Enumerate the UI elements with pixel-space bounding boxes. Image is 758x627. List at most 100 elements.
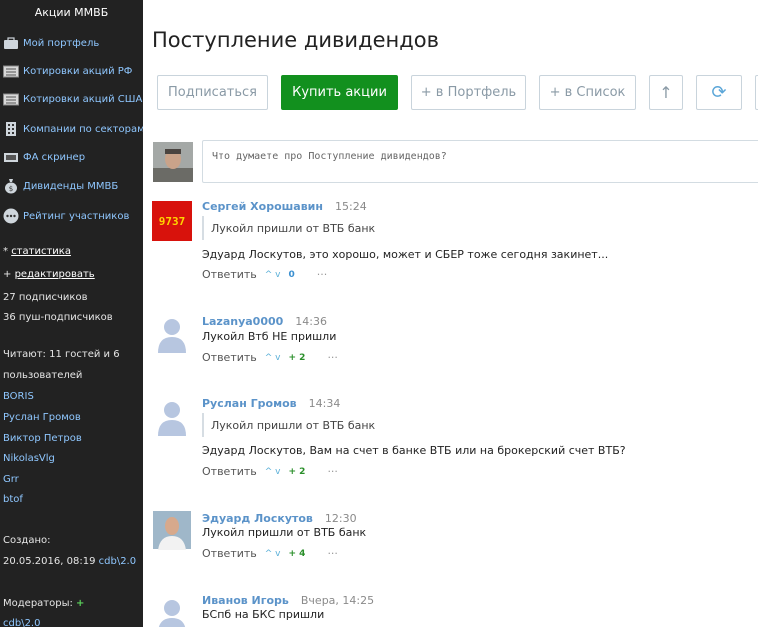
reply-button[interactable]: Ответить [202,351,257,364]
comment-time: 12:30 [324,512,357,525]
comment-input[interactable]: Что думаете про Поступление дивидендов? [202,140,758,183]
reader-link[interactable]: Руслан Громов [3,412,81,423]
sidebar-item-label: Котировки акций США [23,93,143,105]
reader-link[interactable]: BORIS [3,391,34,402]
scroll-up-button[interactable]: ↑ [649,75,683,110]
page-title: Поступление дивидендов [152,28,439,52]
comment-text: Эдуард Лоскутов, это хорошо, может и СБЕ… [202,248,609,261]
sidebar-item-label: Мой портфель [23,37,100,49]
comment-score: + 4 [288,548,306,559]
comment-author[interactable]: Lazanya0000 14:36 [202,315,327,328]
comment-time: 14:36 [295,315,327,328]
more-options-icon[interactable]: ··· [317,268,328,281]
reader-link[interactable]: NikolasVlg [3,453,55,464]
author-name: Сергей Хорошавин [202,200,323,213]
sidebar-item-rating[interactable]: Рейтинг участников [2,206,129,226]
arrow-up-icon: ↑ [659,83,673,102]
creator-link[interactable]: cdb\2.0 [99,556,136,567]
sidebar-title: Акции ММВБ [34,6,109,19]
refresh-button[interactable]: ⟳ [696,75,742,110]
main-content: Поступление дивидендов Подписаться Купит… [143,0,758,627]
moderators-row: Модераторы: + [3,598,84,609]
add-to-list-button[interactable]: + в Список [539,75,636,110]
avatar[interactable]: 9737 [152,201,192,241]
sidebar-item-screener[interactable]: ФА скринер [2,147,85,167]
sidebar-item-label: Рейтинг участников [23,210,130,222]
comment-actions: Ответить ^ v + 4 ··· [202,547,338,560]
buy-shares-button[interactable]: Купить акции [281,75,398,110]
comment-actions: Ответить ^ v + 2 ··· [202,465,338,478]
reader-link[interactable]: btof [3,494,23,505]
stock-ticker-icon [2,91,20,107]
refresh-icon: ⟳ [711,82,727,103]
more-options-icon[interactable]: ··· [327,465,338,478]
reply-button[interactable]: Ответить [202,465,257,478]
money-bag-icon: $ [2,178,20,194]
briefcase-icon [2,35,20,51]
moderators-label: Модераторы: [3,598,73,609]
statistics-label: статистика [11,246,71,257]
comment-author[interactable]: Сергей Хорошавин 15:24 [202,200,367,213]
sidebar-item-dividends[interactable]: $ Дивиденды ММВБ [2,176,118,196]
sidebar-item-us-quotes[interactable]: Котировки акций США [2,89,142,109]
edit-prefix: + [3,269,12,280]
default-avatar-icon[interactable] [152,396,192,436]
comment-time: 14:34 [308,397,341,410]
push-subscribers-count: 36 пуш-подписчиков [3,312,113,323]
ellipsis-circle-icon [2,208,20,224]
subscribe-button[interactable]: Подписаться [157,75,268,110]
edit-link[interactable]: + редактировать [3,269,95,280]
reply-button[interactable]: Ответить [202,268,257,281]
comment-author[interactable]: Эдуард Лоскутов 12:30 [202,512,357,525]
avatar[interactable] [152,510,192,550]
sidebar-item-label: Дивиденды ММВБ [23,180,119,192]
reader-link[interactable]: Виктор Петров [3,433,82,444]
add-to-portfolio-button[interactable]: + в Портфель [411,75,526,110]
comment-actions: Ответить ^ v + 2 ··· [202,351,338,364]
comment-time: Вчера, 14:25 [300,594,375,607]
comment-score: + 2 [288,466,306,477]
default-avatar-icon[interactable] [152,594,192,627]
sidebar-item-label: Котировки акций РФ [23,65,133,77]
add-moderator-button[interactable]: + [76,598,84,609]
sidebar-item-sectors[interactable]: Компании по секторам [2,119,145,139]
comment-quote: Лукойл пришли от ВТБ банк [202,413,758,437]
vote-arrows-icon[interactable]: ^ v [265,549,281,559]
comment-author[interactable]: Иванов Игорь Вчера, 14:25 [202,594,374,607]
default-avatar-icon[interactable] [152,313,192,353]
more-options-icon[interactable]: ··· [327,351,338,364]
comment-quote: Лукойл пришли от ВТБ банк [202,216,758,240]
more-options-icon[interactable]: ··· [327,547,338,560]
avatar-text: 9737 [158,214,186,228]
sidebar-item-ru-quotes[interactable]: Котировки акций РФ [2,61,132,81]
author-name: Lazanya0000 [202,315,284,328]
statistics-prefix: * [3,246,8,257]
reader-link[interactable]: Grr [3,474,19,485]
comment-text: Лукойл Втб НЕ пришли [202,330,337,343]
readers-heading: Читают: 11 гостей и 6 [3,349,120,360]
author-name: Эдуард Лоскутов [202,512,313,525]
vote-arrows-icon[interactable]: ^ v [265,270,281,280]
current-user-avatar [153,142,193,182]
subscribers-count: 27 подписчиков [3,292,88,303]
comment-text: Эдуард Лоскутов, Вам на счет в банке ВТБ… [202,444,626,457]
vote-arrows-icon[interactable]: ^ v [265,353,281,363]
sidebar-item-portfolio[interactable]: Мой портфель [2,33,99,53]
vote-arrows-icon[interactable]: ^ v [265,467,281,477]
sidebar: Акции ММВБ Мой портфель Котировки акций … [0,0,145,627]
comment-author[interactable]: Руслан Громов 14:34 [202,397,340,410]
sidebar-item-label: Компании по секторам [23,123,145,135]
stock-ticker-icon [2,63,20,79]
moderator-link[interactable]: cdb\2.0 [3,618,40,627]
comment-text: БСпб на БКС пришли [202,608,325,621]
readers-heading-cont: пользователей [3,370,83,381]
comment-score: + 2 [288,352,306,363]
edit-label: редактировать [14,269,95,280]
created-date: 20.05.2016, 08:19 [3,556,96,567]
reply-button[interactable]: Ответить [202,547,257,560]
statistics-link[interactable]: * статистика [3,246,71,257]
created-label: Создано: [3,535,51,546]
svg-text:$: $ [9,185,13,193]
author-name: Иванов Игорь [202,594,289,607]
screener-icon [2,149,20,165]
